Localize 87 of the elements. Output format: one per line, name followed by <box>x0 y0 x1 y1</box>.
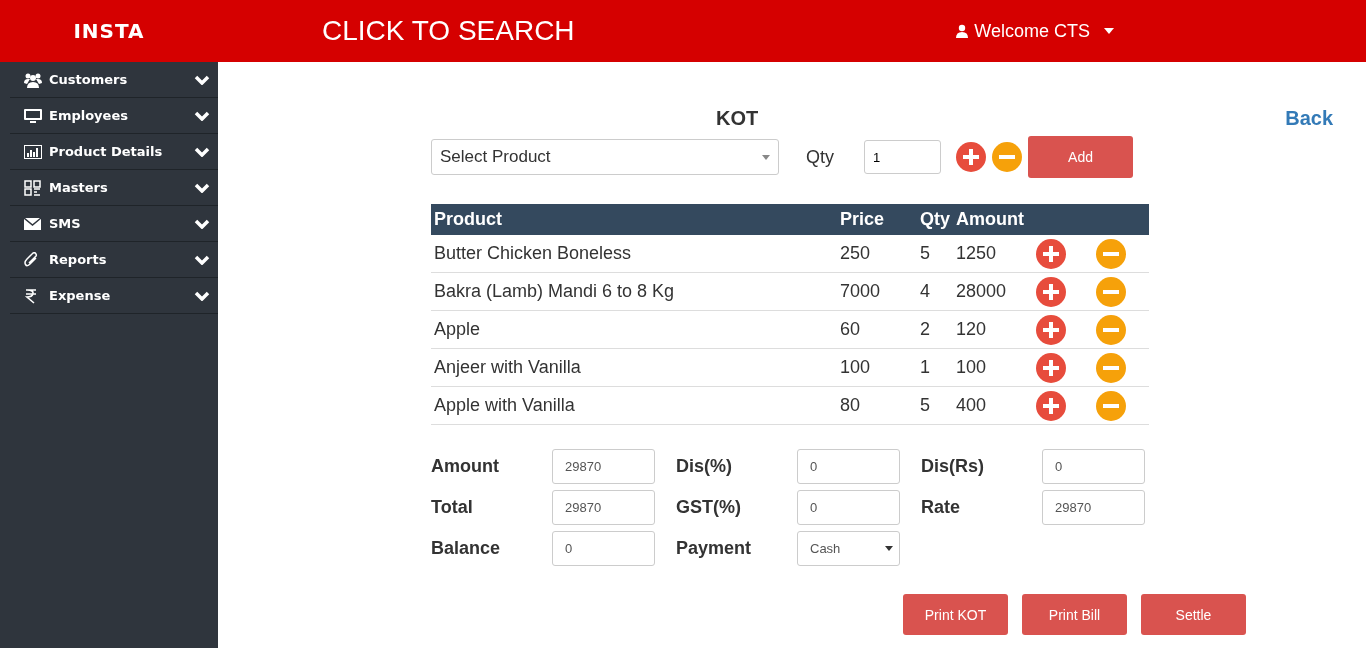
sidebar-item[interactable]: SMS <box>10 206 218 242</box>
sidebar-item[interactable]: Customers <box>10 62 218 98</box>
input-field[interactable]: 0 <box>797 449 900 484</box>
plus-icon[interactable] <box>1036 238 1066 269</box>
table-cell: 100 <box>837 348 917 387</box>
qty-label: Qty <box>806 146 834 168</box>
user-menu[interactable]: Welcome CTS <box>956 20 1114 42</box>
bar-chart-icon <box>24 143 42 160</box>
caret-icon <box>762 154 770 160</box>
sidebar-item[interactable]: Product Details <box>10 134 218 170</box>
minus-icon[interactable] <box>1096 390 1126 421</box>
chevron-down-icon <box>194 110 210 121</box>
input-field[interactable]: 29870 <box>552 490 655 525</box>
add-button[interactable]: Add <box>1028 136 1133 178</box>
plus-icon[interactable] <box>1036 352 1066 383</box>
field-label: Total <box>431 497 473 518</box>
qty-input[interactable]: 1 <box>864 140 941 174</box>
user-icon <box>956 24 969 38</box>
minus-icon[interactable] <box>992 142 1022 172</box>
sidebar-item[interactable]: Employees <box>10 98 218 134</box>
column-header: Qty <box>917 204 953 235</box>
table-cell: 60 <box>837 310 917 349</box>
table-cell: 120 <box>953 310 1033 349</box>
minus-icon[interactable] <box>1096 352 1126 383</box>
plus-icon[interactable] <box>1036 314 1066 345</box>
input-field[interactable]: 0 <box>552 531 655 566</box>
payment-select[interactable]: Cash <box>797 531 900 566</box>
table-cell: 5 <box>917 235 953 273</box>
monitor-icon <box>24 107 42 124</box>
field-label: Dis(%) <box>676 456 732 477</box>
table-cell: Apple with Vanilla <box>431 386 837 425</box>
column-header: Amount <box>953 204 1033 235</box>
back-link[interactable]: Back <box>1285 107 1333 130</box>
plus-icon[interactable] <box>1036 276 1066 307</box>
caret-icon <box>885 546 893 551</box>
field-label: Balance <box>431 538 501 559</box>
envelope-icon <box>24 215 42 232</box>
field-label: GST(%) <box>676 497 741 518</box>
field-label: Dis(Rs) <box>921 456 984 477</box>
column-header: Product <box>431 204 837 235</box>
sidebar-item[interactable]: Expense <box>10 278 218 314</box>
action-button[interactable]: Print KOT <box>903 594 1008 635</box>
input-field[interactable]: 29870 <box>552 449 655 484</box>
field-label: Payment <box>676 538 752 559</box>
table-cell: 1 <box>917 348 953 387</box>
caret-icon <box>1104 28 1114 34</box>
table-cell: 5 <box>917 386 953 425</box>
minus-icon[interactable] <box>1096 276 1126 307</box>
users-icon <box>24 71 42 88</box>
chevron-down-icon <box>194 146 210 157</box>
column-header: Price <box>837 204 917 235</box>
table-cell: Anjeer with Vanilla <box>431 348 837 387</box>
grid-icon <box>24 179 42 196</box>
table-cell: Apple <box>431 310 837 349</box>
table-cell: 2 <box>917 310 953 349</box>
table-cell: 1250 <box>953 235 1033 273</box>
sidebar-item[interactable]: Reports <box>10 242 218 278</box>
table-cell: Butter Chicken Boneless <box>431 235 837 273</box>
product-select[interactable]: Select Product <box>431 139 779 175</box>
search-link[interactable]: CLICK TO SEARCH <box>322 15 575 47</box>
minus-icon[interactable] <box>1096 238 1126 269</box>
field-label: Amount <box>431 456 499 477</box>
action-button[interactable]: Print Bill <box>1022 594 1127 635</box>
chevron-down-icon <box>194 182 210 193</box>
input-field[interactable]: 0 <box>1042 449 1145 484</box>
chevron-down-icon <box>194 290 210 301</box>
input-field[interactable]: 29870 <box>1042 490 1145 525</box>
table-cell: 28000 <box>953 272 1033 311</box>
brand-logo[interactable]: INSTA <box>0 19 218 43</box>
sidebar-item[interactable]: Masters <box>10 170 218 206</box>
table-cell: 250 <box>837 235 917 273</box>
table-cell: Bakra (Lamb) Mandi 6 to 8 Kg <box>431 272 837 311</box>
action-button[interactable]: Settle <box>1141 594 1246 635</box>
table-cell: 80 <box>837 386 917 425</box>
plus-icon[interactable] <box>956 142 986 172</box>
chevron-down-icon <box>194 218 210 229</box>
table-cell: 400 <box>953 386 1033 425</box>
page-title: KOT <box>716 107 759 130</box>
chevron-down-icon <box>194 74 210 85</box>
table-cell: 100 <box>953 348 1033 387</box>
plus-icon[interactable] <box>1036 390 1066 421</box>
minus-icon[interactable] <box>1096 314 1126 345</box>
field-label: Rate <box>921 497 960 518</box>
table-cell: 4 <box>917 272 953 311</box>
table-cell: 7000 <box>837 272 917 311</box>
input-field[interactable]: 0 <box>797 490 900 525</box>
chevron-down-icon <box>194 254 210 265</box>
